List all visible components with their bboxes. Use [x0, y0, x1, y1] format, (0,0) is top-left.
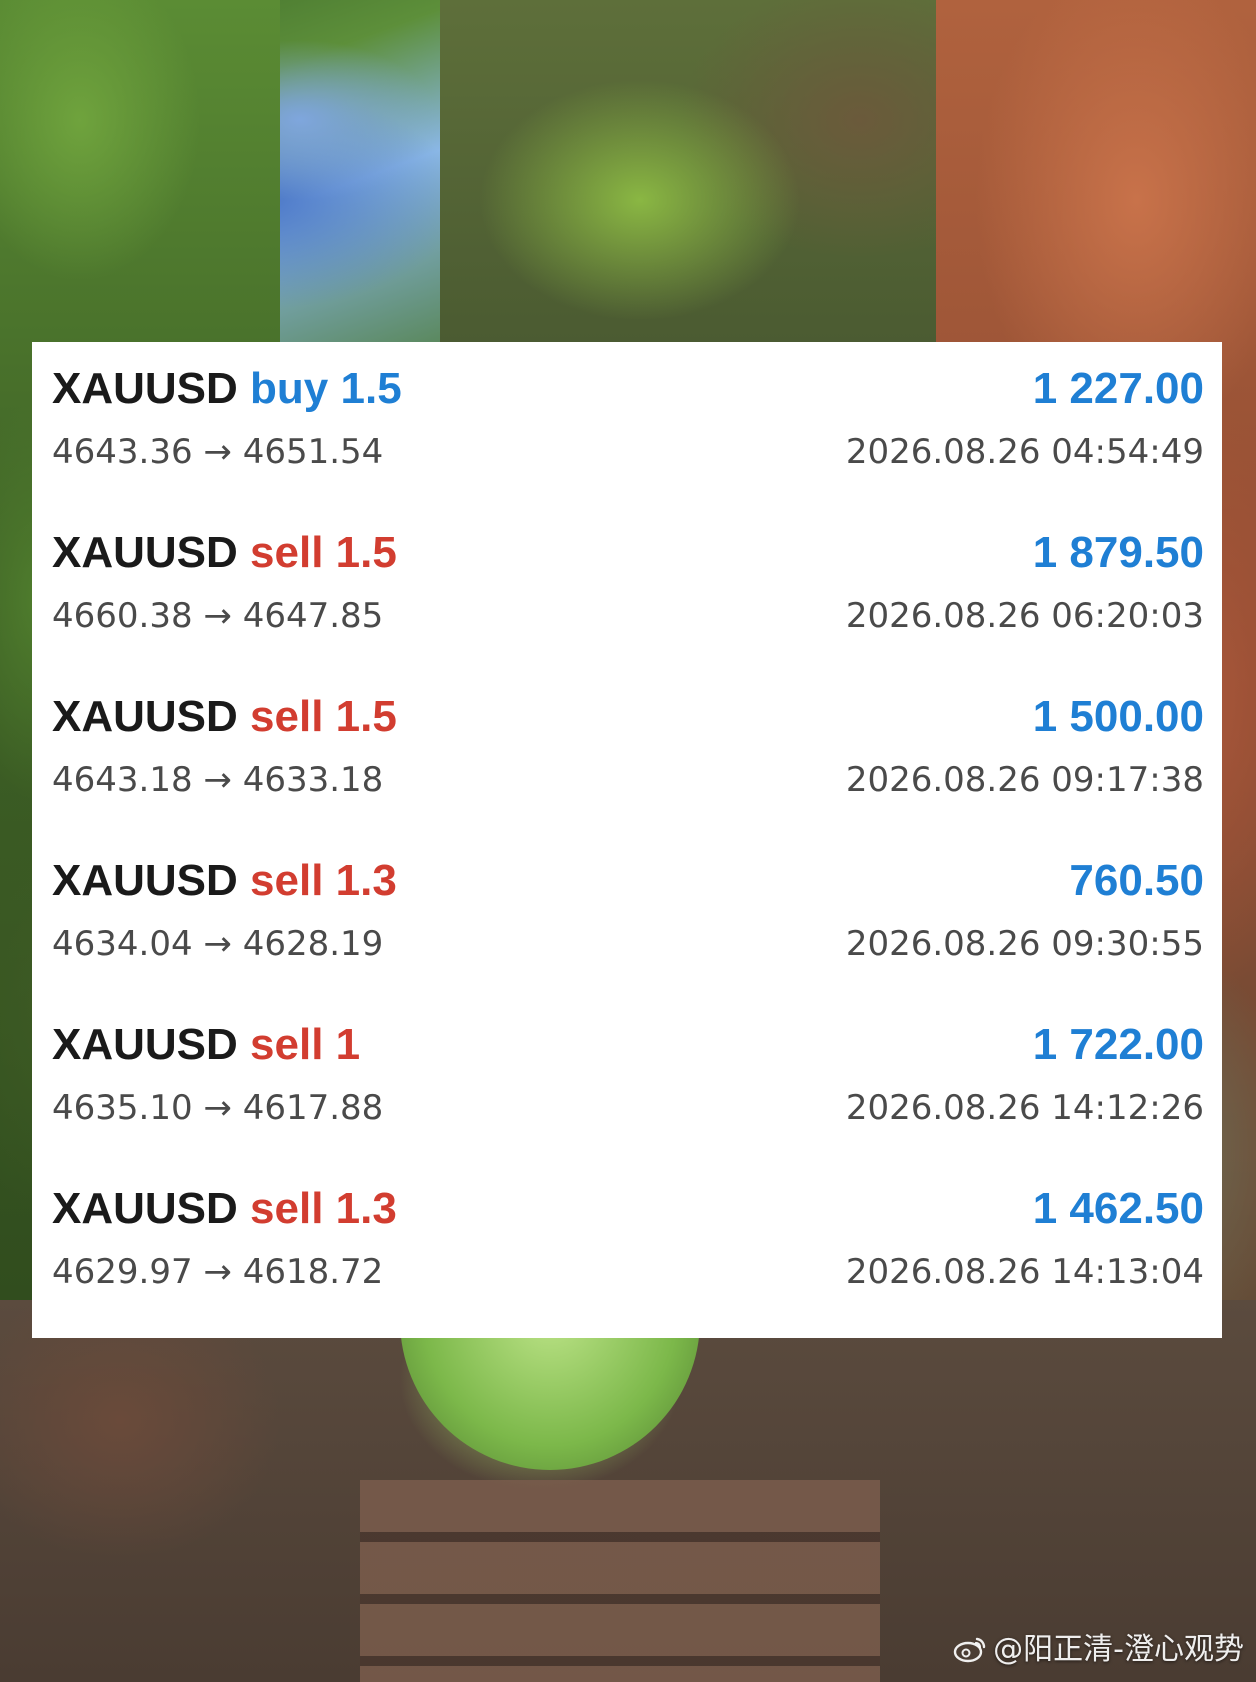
trade-symbol: XAUUSD — [52, 1020, 238, 1069]
trade-volume: 1.5 — [335, 528, 397, 577]
trade-side: buy — [250, 364, 329, 413]
trade-prices: 4635.10 → 4617.88 — [52, 1088, 384, 1128]
trade-prices: 4634.04 → 4628.19 — [52, 924, 384, 964]
trade-profit: 1 500.00 — [1032, 692, 1204, 741]
trade-profit: 1 722.00 — [1032, 1020, 1204, 1069]
trade-row[interactable]: XAUUSD sell 1.5 1 879.50 4660.38 → 4647.… — [32, 508, 1222, 672]
trade-profit: 1 227.00 — [1032, 364, 1204, 413]
trade-title: XAUUSD sell 1 — [52, 1018, 360, 1072]
background-stairs — [360, 1480, 880, 1682]
trade-symbol: XAUUSD — [52, 364, 238, 413]
trade-prices: 4660.38 → 4647.85 — [52, 596, 384, 636]
trade-symbol: XAUUSD — [52, 1184, 238, 1233]
trade-volume: 1 — [335, 1020, 361, 1069]
trade-row[interactable]: XAUUSD sell 1.3 760.50 4634.04 → 4628.19… — [32, 836, 1222, 1000]
trade-title: XAUUSD sell 1.5 — [52, 526, 397, 580]
trade-title: XAUUSD sell 1.3 — [52, 854, 397, 908]
trade-profit: 760.50 — [1069, 856, 1204, 905]
trade-time: 2026.08.26 04:54:49 — [845, 432, 1204, 472]
trade-side: sell — [250, 528, 324, 577]
trade-profit: 1 462.50 — [1032, 1184, 1204, 1233]
trade-symbol: XAUUSD — [52, 856, 238, 905]
trade-row[interactable]: XAUUSD sell 1.3 1 462.50 4629.97 → 4618.… — [32, 1164, 1222, 1328]
trade-title: XAUUSD buy 1.5 — [52, 362, 402, 416]
weibo-icon — [953, 1635, 987, 1663]
trade-time: 2026.08.26 14:12:26 — [845, 1088, 1204, 1128]
trade-prices: 4643.36 → 4651.54 — [52, 432, 384, 472]
trade-symbol: XAUUSD — [52, 692, 238, 741]
trade-prices: 4629.97 → 4618.72 — [52, 1252, 384, 1292]
trade-volume: 1.5 — [340, 364, 402, 413]
trade-time: 2026.08.26 09:30:55 — [845, 924, 1204, 964]
watermark: @阳正清-澄心观势 — [953, 1624, 1244, 1668]
trade-time: 2026.08.26 06:20:03 — [845, 596, 1204, 636]
trade-history-list: XAUUSD buy 1.5 1 227.00 4643.36 → 4651.5… — [32, 342, 1222, 1338]
trade-time: 2026.08.26 09:17:38 — [845, 760, 1204, 800]
trade-title: XAUUSD sell 1.5 — [52, 690, 397, 744]
trade-title: XAUUSD sell 1.3 — [52, 1182, 397, 1236]
trade-volume: 1.5 — [335, 692, 397, 741]
trade-volume: 1.3 — [335, 856, 397, 905]
trade-row[interactable]: XAUUSD sell 1.5 1 500.00 4643.18 → 4633.… — [32, 672, 1222, 836]
trade-volume: 1.3 — [335, 1184, 397, 1233]
trade-row[interactable]: XAUUSD sell 1 1 722.00 4635.10 → 4617.88… — [32, 1000, 1222, 1164]
trade-side: sell — [250, 856, 324, 905]
trade-side: sell — [250, 692, 324, 741]
trade-profit: 1 879.50 — [1032, 528, 1204, 577]
background-mossy-wall — [440, 0, 1000, 360]
trade-symbol: XAUUSD — [52, 528, 238, 577]
trade-side: sell — [250, 1184, 324, 1233]
watermark-text: @阳正清-澄心观势 — [993, 1632, 1244, 1667]
trade-prices: 4643.18 → 4633.18 — [52, 760, 384, 800]
trade-row[interactable]: XAUUSD buy 1.5 1 227.00 4643.36 → 4651.5… — [32, 344, 1222, 508]
trade-side: sell — [250, 1020, 324, 1069]
trade-time: 2026.08.26 14:13:04 — [845, 1252, 1204, 1292]
